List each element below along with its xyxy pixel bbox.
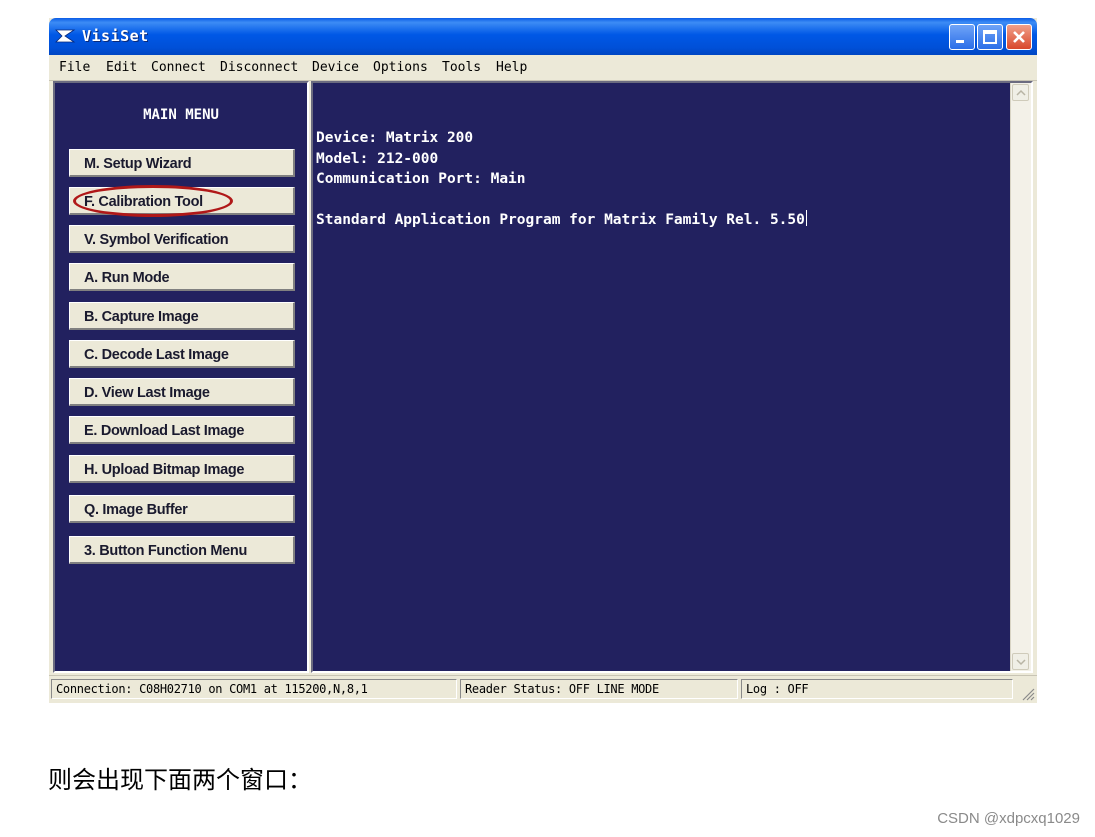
scroll-up-button[interactable]: [1012, 84, 1029, 101]
caption-text: 则会出现下面两个窗口：: [48, 766, 312, 794]
menu-connect[interactable]: Connect: [151, 60, 206, 75]
button-function-menu-button[interactable]: 3. Button Function Menu: [69, 536, 295, 564]
scroll-down-button[interactable]: [1012, 653, 1029, 670]
visiset-window: VisiSet File Edit Connect Disconnect Dev…: [49, 18, 1037, 703]
main-menu-title: MAIN MENU: [143, 107, 219, 123]
menu-edit[interactable]: Edit: [106, 60, 137, 75]
menu-file[interactable]: File: [59, 60, 90, 75]
scroll-up-arrow-icon: [1016, 89, 1026, 96]
title-bar[interactable]: VisiSet: [49, 18, 1037, 55]
terminal-line: Communication Port: Main: [316, 171, 526, 187]
status-bar: Connection: C08H02710 on COM1 at 115200,…: [49, 675, 1037, 703]
menu-bar: File Edit Connect Disconnect Device Opti…: [49, 55, 1037, 81]
terminal-line: Standard Application Program for Matrix …: [316, 212, 805, 228]
symbol-verification-button[interactable]: V. Symbol Verification: [69, 225, 295, 253]
terminal-line: Device: Matrix 200: [316, 130, 474, 146]
menu-disconnect[interactable]: Disconnect: [220, 60, 298, 75]
upload-bitmap-image-button[interactable]: H. Upload Bitmap Image: [69, 455, 295, 483]
log-status: Log : OFF: [741, 679, 1013, 699]
close-button[interactable]: [1006, 24, 1032, 50]
terminal-line: Model: 212-000: [316, 150, 439, 167]
terminal-text: Device: Matrix 200 Model: 212-000 Commun…: [316, 128, 807, 231]
reader-status: Reader Status: OFF LINE MODE: [460, 679, 738, 699]
resize-grip-icon[interactable]: [1019, 685, 1035, 701]
menu-tools[interactable]: Tools: [442, 60, 481, 75]
vertical-scrollbar[interactable]: [1010, 83, 1031, 671]
menu-options[interactable]: Options: [373, 60, 428, 75]
calibration-tool-button[interactable]: F. Calibration Tool: [69, 187, 295, 215]
close-icon: [1013, 31, 1025, 43]
minimize-icon: [956, 40, 964, 43]
menu-help[interactable]: Help: [496, 60, 527, 75]
decode-last-image-button[interactable]: C. Decode Last Image: [69, 340, 295, 368]
minimize-button[interactable]: [949, 24, 975, 50]
view-last-image-button[interactable]: D. View Last Image: [69, 378, 295, 406]
window-title: VisiSet: [82, 27, 149, 45]
watermark: CSDN @xdpcxq1029: [937, 810, 1080, 827]
terminal-output[interactable]: Device: Matrix 200 Model: 212-000 Commun…: [311, 81, 1033, 673]
image-buffer-button[interactable]: Q. Image Buffer: [69, 495, 295, 523]
setup-wizard-button[interactable]: M. Setup Wizard: [69, 149, 295, 177]
main-menu-panel: MAIN MENU M. Setup Wizard F. Calibration…: [53, 81, 309, 673]
visiset-logo-icon: [55, 27, 77, 45]
maximize-icon: [983, 30, 997, 44]
connection-status: Connection: C08H02710 on COM1 at 115200,…: [51, 679, 457, 699]
menu-device[interactable]: Device: [312, 60, 359, 75]
scroll-down-arrow-icon: [1016, 659, 1026, 666]
capture-image-button[interactable]: B. Capture Image: [69, 302, 295, 330]
text-cursor: [805, 210, 807, 226]
maximize-button[interactable]: [977, 24, 1003, 50]
run-mode-button[interactable]: A. Run Mode: [69, 263, 295, 291]
download-last-image-button[interactable]: E. Download Last Image: [69, 416, 295, 444]
